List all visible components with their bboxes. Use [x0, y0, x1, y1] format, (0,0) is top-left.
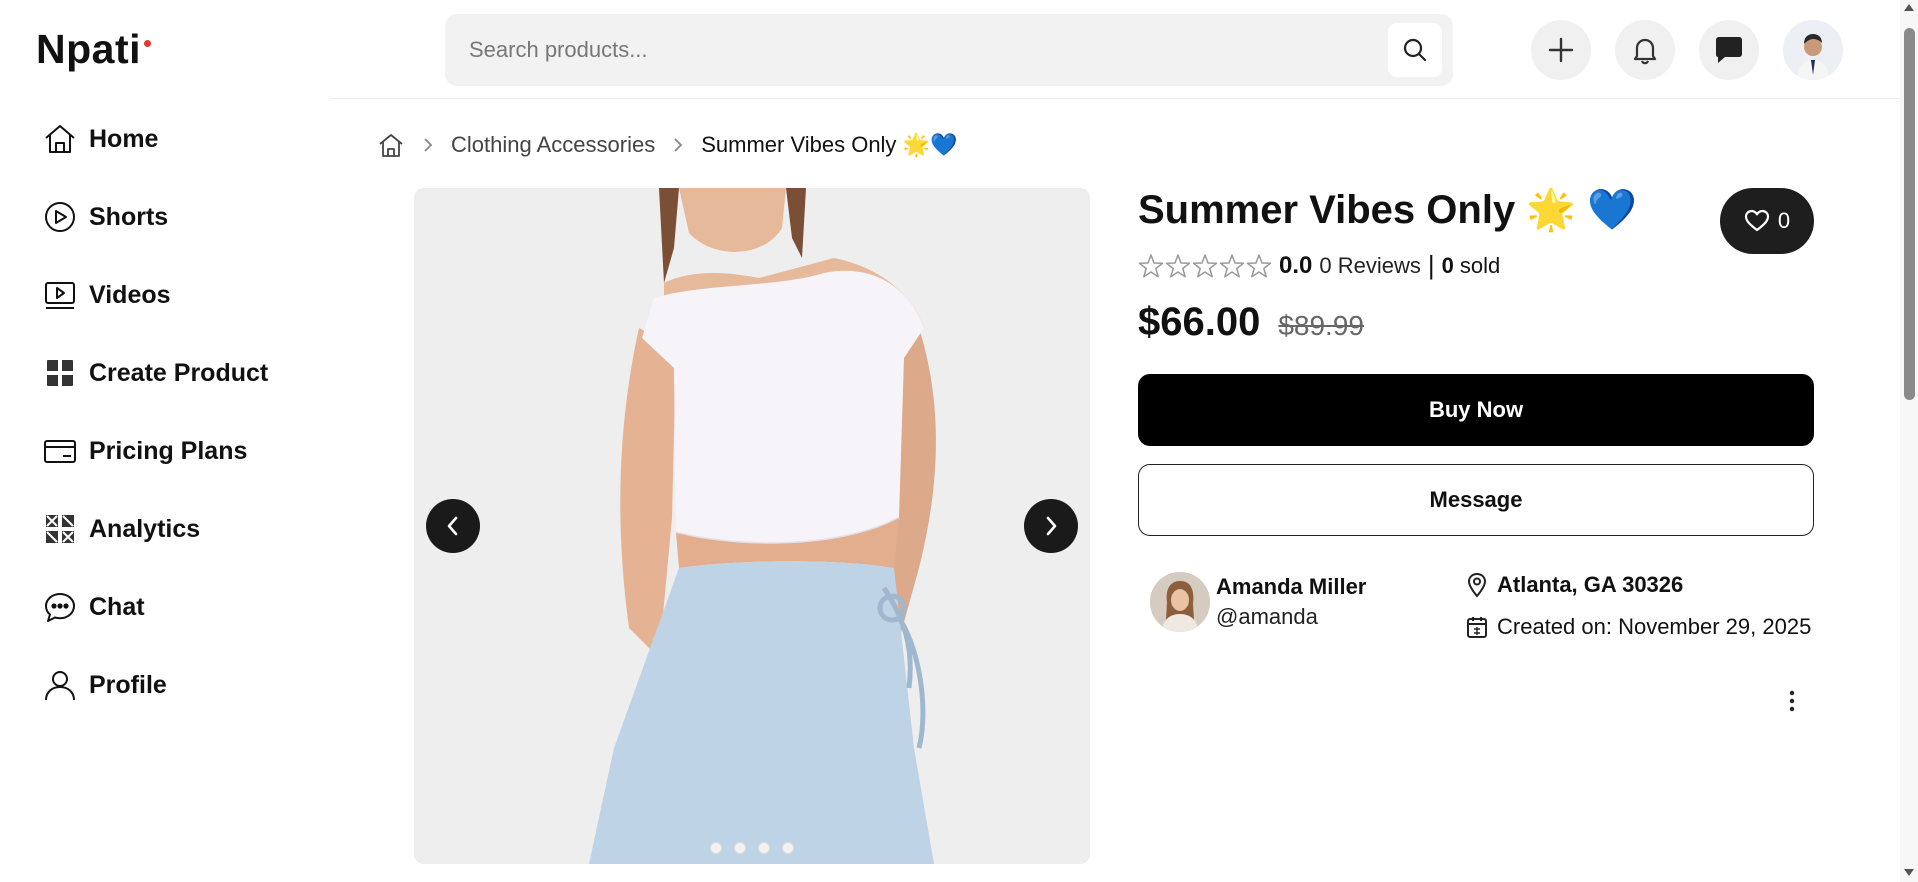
- chevron-right-icon: [422, 136, 434, 154]
- sidebar-item-label: Chat: [89, 592, 145, 621]
- sidebar-item-label: Home: [89, 124, 159, 153]
- sidebar-item-label: Videos: [89, 280, 171, 309]
- user-icon: [43, 668, 77, 702]
- message-button[interactable]: Message: [1138, 464, 1814, 536]
- breadcrumb: Clothing Accessories Summer Vibes Only 🌟…: [377, 131, 957, 159]
- seller-location: Atlanta, GA 30326: [1466, 572, 1683, 598]
- sidebar-item-videos[interactable]: Videos: [0, 256, 330, 334]
- user-avatar-image: [1783, 20, 1843, 80]
- sidebar-item-pricing-plans[interactable]: Pricing Plans: [0, 412, 330, 490]
- scroll-down-arrow[interactable]: [1904, 869, 1914, 876]
- home-icon: [379, 134, 403, 157]
- sidebar-item-chat[interactable]: Chat: [0, 568, 330, 646]
- header-divider: [330, 98, 1900, 99]
- video-icon: [43, 278, 77, 312]
- more-vertical-icon: [1789, 690, 1795, 712]
- seller-handle: @amanda: [1216, 604, 1318, 629]
- logo-dot: [144, 40, 151, 47]
- buy-now-button[interactable]: Buy Now: [1138, 374, 1814, 446]
- star-rating: [1138, 253, 1272, 279]
- plus-icon: [1548, 37, 1574, 63]
- gallery-dot[interactable]: [782, 842, 794, 854]
- gallery-dot[interactable]: [710, 842, 722, 854]
- product-image: [414, 188, 1090, 864]
- gallery-prev-button[interactable]: [426, 499, 480, 553]
- location-text: Atlanta, GA 30326: [1497, 572, 1684, 597]
- page-scrollbar[interactable]: [1900, 0, 1918, 882]
- avatar[interactable]: [1783, 20, 1843, 80]
- star-icon: [1246, 253, 1272, 278]
- more-options-button[interactable]: [1780, 684, 1804, 718]
- sidebar-item-shorts[interactable]: Shorts: [0, 178, 330, 256]
- home-icon: [43, 122, 77, 156]
- star-icon: [1219, 253, 1245, 278]
- original-price: $89.99: [1278, 310, 1364, 341]
- seller-info[interactable]: Amanda Miller @amanda: [1150, 572, 1366, 632]
- created-date: Created on: November 29, 2025: [1466, 614, 1811, 640]
- reviews-count[interactable]: 0 Reviews: [1319, 253, 1420, 279]
- messages-button[interactable]: [1699, 20, 1759, 80]
- sidebar-item-home[interactable]: Home: [0, 100, 330, 178]
- product-image-gallery: [414, 188, 1090, 864]
- search-bar: [445, 14, 1453, 86]
- sidebar-item-profile[interactable]: Profile: [0, 646, 330, 724]
- analytics-icon: [43, 512, 77, 546]
- seller-avatar[interactable]: [1150, 572, 1210, 632]
- gallery-dot[interactable]: [734, 842, 746, 854]
- rating-divider: |: [1427, 250, 1435, 280]
- scroll-up-arrow[interactable]: [1904, 4, 1914, 11]
- chevron-right-icon: [1046, 516, 1057, 536]
- breadcrumb-current: Summer Vibes Only 🌟💙: [701, 132, 958, 157]
- sidebar-item-analytics[interactable]: Analytics: [0, 490, 330, 568]
- star-icon: [1138, 253, 1164, 278]
- gallery-dot[interactable]: [758, 842, 770, 854]
- rating-value: 0.0: [1279, 251, 1313, 279]
- map-pin-icon: [1467, 572, 1487, 598]
- bell-icon: [1633, 38, 1657, 65]
- product-title: Summer Vibes Only 🌟 💙: [1138, 188, 1638, 232]
- calendar-icon: [1467, 617, 1487, 638]
- chevron-right-icon: [672, 136, 684, 154]
- favorite-count: 0: [1777, 208, 1791, 233]
- sidebar-item-create-product[interactable]: Create Product: [0, 334, 330, 412]
- sold-count: 0: [1441, 252, 1454, 278]
- created-date-text: Created on: November 29, 2025: [1497, 614, 1812, 639]
- search-input[interactable]: [469, 14, 1388, 86]
- sidebar-item-label: Create Product: [89, 358, 269, 387]
- star-icon: [1165, 253, 1191, 278]
- sold-label: sold: [1459, 252, 1501, 278]
- chat-bubble-icon: [43, 590, 77, 624]
- sidebar-nav: Home Shorts Videos Create Product Pricin…: [0, 100, 330, 724]
- breadcrumb-home[interactable]: [377, 131, 405, 159]
- gallery-next-button[interactable]: [1024, 499, 1078, 553]
- sidebar-item-label: Analytics: [89, 514, 201, 543]
- search-icon: [1403, 38, 1427, 62]
- breadcrumb-category[interactable]: Clothing Accessories: [451, 132, 655, 158]
- favorite-button[interactable]: 0: [1720, 188, 1814, 254]
- notifications-button[interactable]: [1615, 20, 1675, 80]
- plus-icon: [43, 356, 77, 390]
- create-button[interactable]: [1531, 20, 1591, 80]
- chevron-left-icon: [447, 516, 458, 536]
- play-circle-icon: [43, 200, 77, 234]
- star-icon: [1192, 253, 1218, 278]
- app-logo[interactable]: Npati: [36, 26, 151, 73]
- message-icon: [1716, 37, 1742, 63]
- logo-text: Npati: [36, 26, 141, 72]
- seller-name[interactable]: Amanda Miller: [1216, 574, 1366, 600]
- sidebar-item-label: Shorts: [89, 202, 169, 231]
- rating-row: 0.0 0 Reviews | 0 sold: [1138, 250, 1500, 281]
- scrollbar-thumb[interactable]: [1904, 28, 1915, 400]
- gallery-pagination: [414, 842, 1090, 854]
- current-price: $66.00: [1138, 300, 1261, 344]
- card-icon: [43, 434, 77, 468]
- seller-avatar-image: [1150, 572, 1210, 632]
- heart-icon: [1744, 209, 1769, 232]
- sidebar-item-label: Profile: [89, 670, 167, 699]
- sidebar-item-label: Pricing Plans: [89, 436, 248, 465]
- price-row: $66.00 $89.99: [1138, 300, 1364, 345]
- search-button[interactable]: [1388, 23, 1442, 77]
